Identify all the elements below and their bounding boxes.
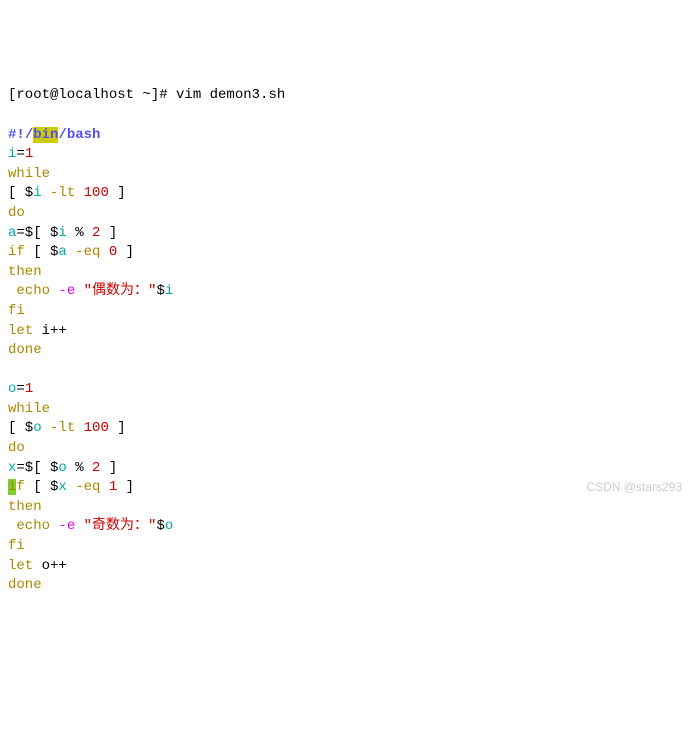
echo2-text: 奇数为： xyxy=(92,518,148,534)
echo1-opt: -e xyxy=(50,283,84,299)
eq-a: =$[ $ xyxy=(16,225,58,241)
cond2-open: [ $ xyxy=(8,420,33,436)
kw-fi1: fi xyxy=(8,303,25,319)
kw-let2: let xyxy=(8,558,33,574)
terminal-output: [root@localhost ~]# vim demon3.sh #!/bin… xyxy=(8,86,684,595)
echo1-var: i xyxy=(165,283,173,299)
if2-var: x xyxy=(58,479,66,495)
echo2-q1: " xyxy=(84,518,92,534)
kw-done2: done xyxy=(8,577,42,593)
inner-o: o xyxy=(58,460,66,476)
shell-prompt: [root@localhost ~]# vim demon3.sh xyxy=(8,87,285,103)
val-i: 1 xyxy=(25,146,33,162)
cond1-num: 100 xyxy=(84,185,109,201)
close-a: ] xyxy=(100,225,117,241)
close-x: ] xyxy=(100,460,117,476)
shebang-hash: #! xyxy=(8,127,25,143)
echo2-sp xyxy=(8,518,16,534)
echo2-var: o xyxy=(165,518,173,534)
if1-close: ] xyxy=(117,244,134,260)
cond2-var: o xyxy=(33,420,41,436)
cond2-op: -lt xyxy=(42,420,84,436)
shebang-slash2: / xyxy=(58,127,66,143)
kw-fi2: fi xyxy=(8,538,25,554)
shebang-bin: bin xyxy=(33,127,58,143)
echo1-dollar: $ xyxy=(156,283,164,299)
eq-x: =$[ $ xyxy=(16,460,58,476)
cond2-close: ] xyxy=(109,420,126,436)
echo2-q2: " xyxy=(148,518,156,534)
inner-i: i xyxy=(58,225,66,241)
cond1-open: [ $ xyxy=(8,185,33,201)
let1-expr: i++ xyxy=(33,323,67,339)
val-o: 1 xyxy=(25,381,33,397)
shebang-slash1: / xyxy=(25,127,33,143)
rest-x: % xyxy=(67,460,92,476)
kw-done1: done xyxy=(8,342,42,358)
cond1-close: ] xyxy=(109,185,126,201)
cond1-var: i xyxy=(33,185,41,201)
echo1-text: 偶数为： xyxy=(92,283,148,299)
echo1-cmd: echo xyxy=(16,283,50,299)
kw-then1: then xyxy=(8,264,42,280)
if2-num: 1 xyxy=(109,479,117,495)
kw-while1: while xyxy=(8,166,50,182)
if1-num: 0 xyxy=(109,244,117,260)
echo1-q1: " xyxy=(84,283,92,299)
if2-open: [ $ xyxy=(25,479,59,495)
echo2-dollar: $ xyxy=(156,518,164,534)
if2-op: -eq xyxy=(67,479,109,495)
kw-if1: if xyxy=(8,244,25,260)
echo2-opt: -e xyxy=(50,518,84,534)
shebang-bash: bash xyxy=(67,127,101,143)
rest-a: % xyxy=(67,225,92,241)
let2-expr: o++ xyxy=(33,558,67,574)
watermark: CSDN @stars293 xyxy=(586,479,682,496)
echo2-cmd: echo xyxy=(16,518,50,534)
eq-o: = xyxy=(16,381,24,397)
if2-close: ] xyxy=(117,479,134,495)
if1-op: -eq xyxy=(67,244,109,260)
if1-open: [ $ xyxy=(25,244,59,260)
kw-then2: then xyxy=(8,499,42,515)
kw-do2: do xyxy=(8,440,25,456)
kw-while2: while xyxy=(8,401,50,417)
kw-if2-f: f xyxy=(16,479,24,495)
eq-i: = xyxy=(16,146,24,162)
cond1-op: -lt xyxy=(42,185,84,201)
kw-let1: let xyxy=(8,323,33,339)
if1-var: a xyxy=(58,244,66,260)
kw-do1: do xyxy=(8,205,25,221)
cond2-num: 100 xyxy=(84,420,109,436)
